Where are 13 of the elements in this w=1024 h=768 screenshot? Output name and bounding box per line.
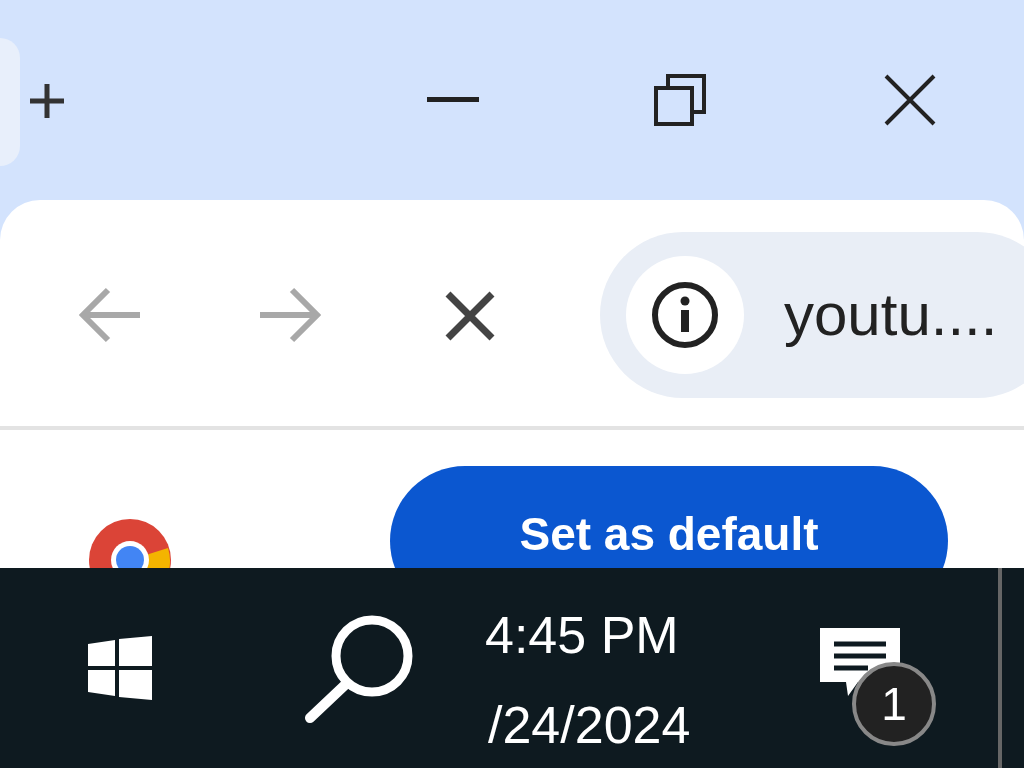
close-icon[interactable] bbox=[884, 74, 936, 126]
info-icon[interactable] bbox=[651, 281, 719, 349]
clock-date[interactable]: /24/2024 bbox=[488, 686, 691, 764]
stop-icon[interactable] bbox=[444, 290, 496, 342]
set-default-button[interactable]: Set as default bbox=[390, 466, 948, 568]
url-text: youtu.... bbox=[784, 280, 998, 350]
new-tab-icon[interactable] bbox=[28, 82, 66, 120]
windows-start-icon[interactable] bbox=[88, 636, 152, 700]
restore-icon[interactable] bbox=[654, 74, 706, 126]
clock-time[interactable]: 4:45 PM bbox=[485, 596, 679, 674]
address-bar[interactable]: youtu.... bbox=[600, 232, 1024, 398]
minimize-icon[interactable] bbox=[427, 97, 479, 103]
notification-badge: 1 bbox=[852, 662, 936, 746]
